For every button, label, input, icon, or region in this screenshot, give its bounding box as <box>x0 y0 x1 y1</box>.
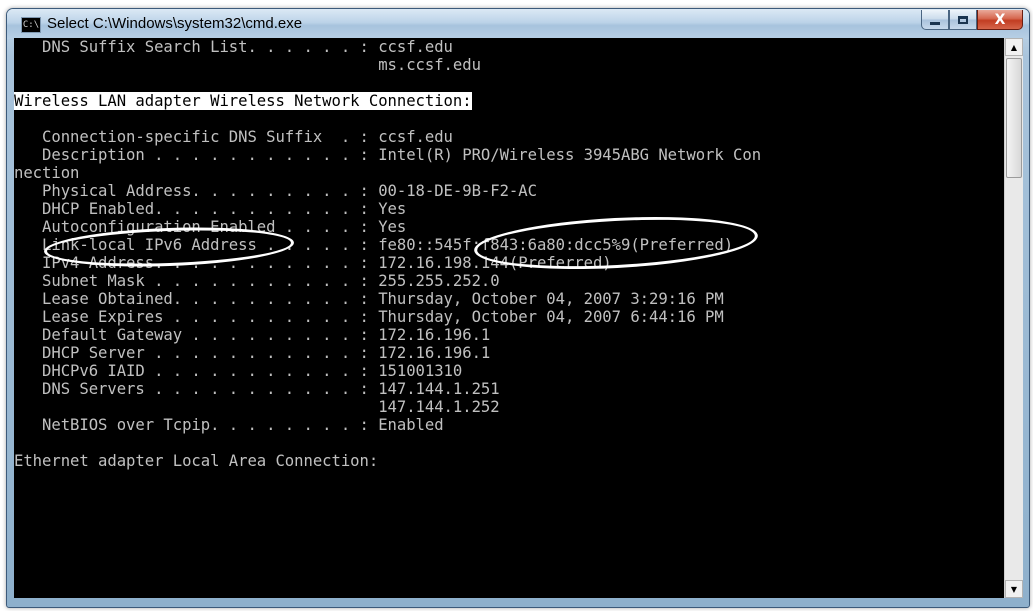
scroll-up-arrow-icon: ▲ <box>1010 42 1018 52</box>
console-line: 147.144.1.252 <box>14 398 500 416</box>
scrollbar-thumb[interactable] <box>1006 58 1022 178</box>
close-button[interactable]: X <box>977 10 1023 30</box>
console-line: Connection-specific DNS Suffix . : ccsf.… <box>14 128 453 146</box>
console-line: DHCP Enabled. . . . . . . . . . . : Yes <box>14 200 407 218</box>
console-line: ms.ccsf.edu <box>14 56 481 74</box>
scroll-up-button[interactable]: ▲ <box>1005 38 1023 56</box>
console-line: Link-local IPv6 Address . . . . . : fe80… <box>14 236 734 254</box>
console-line: Subnet Mask . . . . . . . . . . . : 255.… <box>14 272 500 290</box>
console-line: Default Gateway . . . . . . . . . : 172.… <box>14 326 491 344</box>
console-line: DNS Suffix Search List. . . . . . : ccsf… <box>14 38 453 56</box>
console-line: IPv4 Address. . . . . . . . . . . : 172.… <box>14 254 612 272</box>
maximize-button[interactable] <box>949 10 977 30</box>
console-line: DNS Servers . . . . . . . . . . . : 147.… <box>14 380 500 398</box>
console-line: Physical Address. . . . . . . . . : 00-1… <box>14 182 537 200</box>
console-line: NetBIOS over Tcpip. . . . . . . . : Enab… <box>14 416 444 434</box>
console-line: Autoconfiguration Enabled . . . . : Yes <box>14 218 407 236</box>
console-line: Ethernet adapter Local Area Connection: <box>14 452 379 470</box>
title-bar[interactable]: C:\ Select C:\Windows\system32\cmd.exe X <box>7 9 1029 39</box>
vertical-scrollbar[interactable]: ▲ ▼ <box>1004 38 1023 598</box>
selected-console-line: Wireless LAN adapter Wireless Network Co… <box>14 92 472 110</box>
cmd-icon: C:\ <box>21 17 41 33</box>
console-output[interactable]: DNS Suffix Search List. . . . . . : ccsf… <box>14 38 1004 598</box>
maximize-icon <box>958 15 968 24</box>
scroll-down-button[interactable]: ▼ <box>1005 580 1023 598</box>
scroll-down-arrow-icon: ▼ <box>1010 584 1018 594</box>
console-line: DHCP Server . . . . . . . . . . . : 172.… <box>14 344 491 362</box>
console-line: Lease Expires . . . . . . . . . . : Thur… <box>14 308 724 326</box>
console-line: Description . . . . . . . . . . . : Inte… <box>14 146 762 164</box>
console-line: Lease Obtained. . . . . . . . . . : Thur… <box>14 290 724 308</box>
minimize-button[interactable] <box>921 10 949 30</box>
close-icon: X <box>994 11 1006 28</box>
console-line: nection <box>14 164 80 182</box>
console-line: DHCPv6 IAID . . . . . . . . . . . : 1510… <box>14 362 463 380</box>
minimize-icon <box>930 22 940 25</box>
window-title: Select C:\Windows\system32\cmd.exe <box>47 15 303 32</box>
window-controls: X <box>921 10 1023 30</box>
